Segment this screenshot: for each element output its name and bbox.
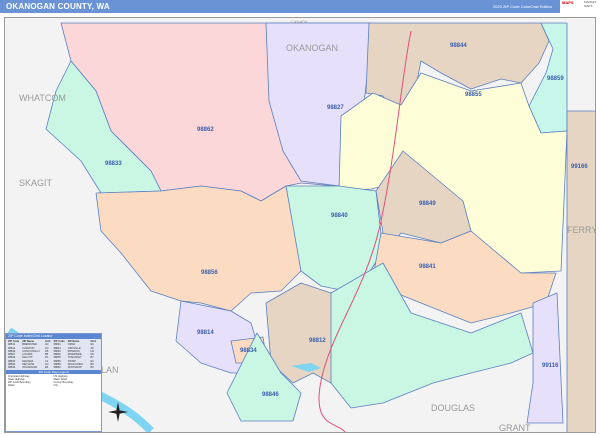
publisher-logo: MAPS MARKET MAPS <box>562 0 600 14</box>
legend-key-item: Water <box>8 384 15 388</box>
region-99166 <box>566 110 595 432</box>
zip-label-98814: 98814 <box>197 330 214 336</box>
zip-label-98812: 98812 <box>309 338 326 344</box>
zip-label-98856: 98856 <box>201 270 218 276</box>
label-douglas: DOUGLAS <box>431 403 475 413</box>
edition-label: 2020 ZIP Code ColorCast Edition <box>492 4 552 9</box>
label-chelan: LAN <box>101 365 119 375</box>
zip-label-98841: 98841 <box>419 264 436 270</box>
region-99116 <box>526 292 564 424</box>
zip-label-98834: 98834 <box>240 348 257 354</box>
label-whatcom: WHATCOM <box>19 93 66 103</box>
legend-cell: E5 <box>44 366 49 370</box>
logo-subtext: MARKET MAPS <box>584 0 597 8</box>
zip-label-98844: 98844 <box>450 43 467 49</box>
compass-rose-icon <box>108 402 128 422</box>
legend-cell: 98840 <box>8 366 16 370</box>
label-okanogan: OKANOGAN <box>286 43 338 53</box>
zip-label-98833: 98833 <box>105 161 122 167</box>
region-98856 <box>95 185 302 312</box>
legend-cell: 98862 <box>53 366 61 370</box>
label-grant: GRANT <box>499 423 531 433</box>
zip-label-98855: 98855 <box>465 92 482 98</box>
legend-keys: Interstate Highway US Highway State Highwa… <box>6 374 101 388</box>
legend-cell: B3 <box>90 366 94 370</box>
zip-label-98849: 98849 <box>419 201 436 207</box>
legend-table: ZIP Code ZIP Name Grid ZIP Code ZIP Name Grid… <box>6 339 101 371</box>
zip-label-98846: 98846 <box>262 392 279 398</box>
map-title: OKANOGAN COUNTY, WA <box>6 2 110 11</box>
zip-label-98862: 98862 <box>197 127 214 133</box>
zip-label-98840: 98840 <box>331 213 348 219</box>
zip-label-99166: 99166 <box>571 164 588 170</box>
label-canada: CANADA <box>291 19 308 24</box>
label-skagit: SKAGIT <box>19 178 53 188</box>
legend-key-item: City <box>53 384 58 388</box>
label-ferry: FERRY <box>567 225 596 235</box>
legend-cell: WINTHROP <box>67 366 82 370</box>
zip-label-98827: 98827 <box>327 105 344 111</box>
zip-label-98859: 98859 <box>547 76 564 82</box>
zip-code-legend: ZIP Code Index/Grid Locator ZIP Code ZIP … <box>5 333 102 432</box>
logo-text: MAPS <box>562 0 574 5</box>
zip-label-99116: 99116 <box>542 363 559 369</box>
title-bar: OKANOGAN COUNTY, WA 2020 ZIP Code ColorC… <box>0 0 560 13</box>
legend-cell: OKANOGAN <box>22 366 38 370</box>
